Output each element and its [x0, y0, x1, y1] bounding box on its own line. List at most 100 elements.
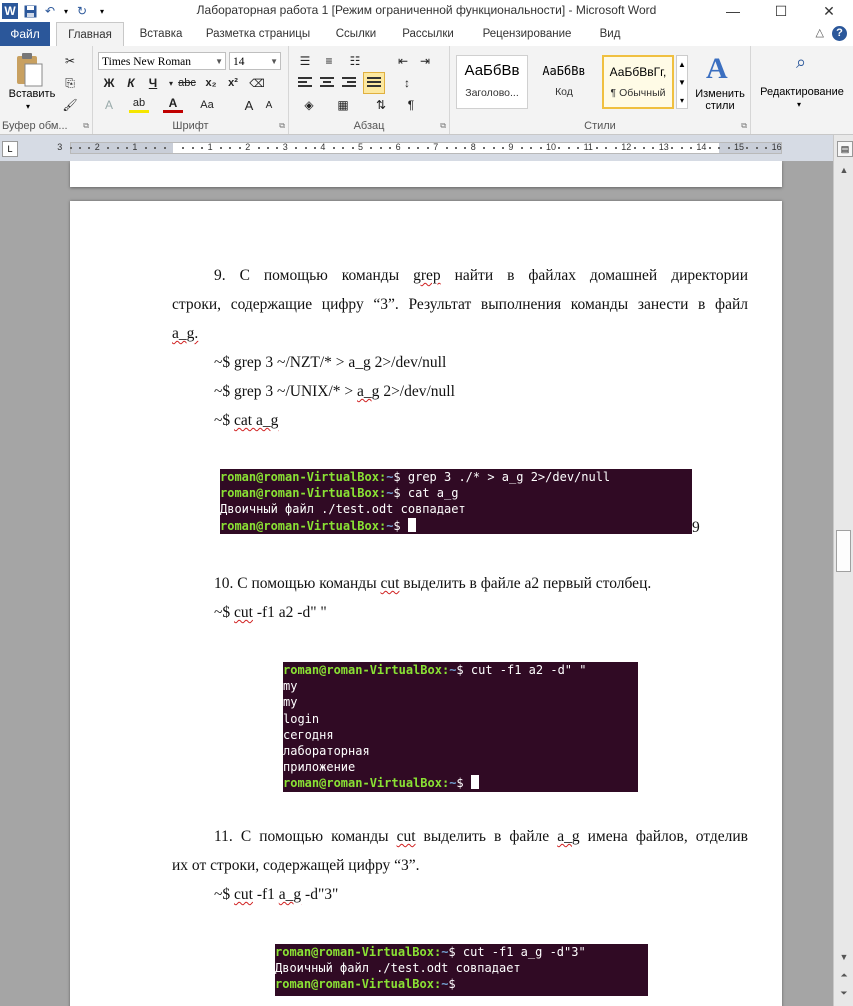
justify-icon[interactable] [363, 72, 385, 94]
terminal-cursor [407, 517, 416, 532]
ruler-tick [708, 147, 711, 149]
ruler-number: 12 [621, 142, 632, 152]
terminal-prompt-user: roman@roman-VirtualBox [283, 776, 442, 791]
svg-text:A: A [706, 52, 728, 84]
shrink-font-button[interactable]: A [259, 96, 279, 114]
shading-icon[interactable]: ◈ [299, 96, 319, 114]
styles-scroll-icon[interactable]: ▲ ▼ ▾ [676, 55, 688, 109]
ruler-number: 7 [433, 142, 439, 152]
binoculars-icon[interactable]: ⌕ [787, 52, 815, 80]
format-painter-icon[interactable]: 🖌 [60, 96, 80, 114]
spell-cat-a-g: cat a_g [234, 412, 279, 429]
terminal-line: my [283, 694, 638, 710]
tab-mailings[interactable]: Рассылки [392, 22, 464, 46]
terminal-screenshot-2: roman@roman-VirtualBox:~$ cut -f1 a2 -d"… [283, 662, 638, 792]
paragraph-launcher-icon[interactable]: ⧉ [440, 121, 446, 131]
tab-view[interactable]: Вид [590, 22, 630, 46]
ruler-tick [191, 147, 194, 149]
tab-references[interactable]: Ссылки [326, 22, 386, 46]
underline-button[interactable]: Ч [143, 74, 163, 92]
font-launcher-icon[interactable]: ⧉ [279, 121, 285, 131]
change-case-button[interactable]: Aa [197, 96, 217, 114]
font-color-button[interactable]: A [163, 96, 183, 113]
help-icon[interactable]: ? [832, 26, 847, 41]
font-size-dropdown-icon[interactable]: ▼ [270, 53, 278, 71]
minimize-ribbon-icon[interactable]: △ [816, 26, 824, 41]
minimize-button[interactable]: — [709, 0, 757, 22]
scroll-up-icon[interactable]: ▲ [834, 165, 853, 181]
maximize-button[interactable]: ☐ [757, 0, 805, 22]
ruler-tick [596, 147, 598, 149]
styles-launcher-icon[interactable]: ⧉ [741, 121, 747, 131]
line-spacing-icon[interactable]: ↕ [397, 74, 417, 92]
tab-selector-icon[interactable]: L [2, 141, 18, 157]
grow-font-button[interactable]: A [239, 96, 259, 114]
command-9-2: ~$ grep 3 ~/UNIX/* > a_g 2>/dev/null [214, 383, 455, 400]
bold-button[interactable]: Ж [99, 74, 119, 92]
scroll-thumb[interactable] [836, 530, 851, 572]
change-styles-label[interactable]: Изменить стили [690, 88, 750, 112]
tab-review[interactable]: Рецензирование [470, 22, 584, 46]
italic-button[interactable]: К [121, 74, 141, 92]
copy-icon[interactable]: ⎘ [60, 74, 80, 92]
tab-file[interactable]: Файл [0, 22, 50, 46]
previous-page-icon[interactable]: ⏶ [834, 970, 853, 986]
paste-label[interactable]: Вставить [4, 88, 60, 100]
ribbon-tabs: Файл Главная Вставка Разметка страницы С… [0, 22, 853, 47]
align-left-icon[interactable] [295, 74, 315, 92]
ruler-number: 16 [771, 142, 782, 152]
word-logo-icon[interactable]: W [2, 3, 18, 19]
style-code[interactable]: АаБбВв Код [528, 55, 600, 109]
align-center-icon[interactable] [317, 74, 337, 92]
clear-format-icon[interactable]: ⌫ [247, 74, 267, 92]
subscript-button[interactable]: x₂ [201, 74, 221, 92]
strikethrough-button[interactable]: abc [177, 74, 197, 92]
highlight-button[interactable]: ab [129, 96, 149, 113]
paragraph-11-line-2: их от строки, содержащей цифру “3”. [172, 857, 420, 874]
tab-page-layout[interactable]: Разметка страницы [198, 22, 318, 46]
editing-label[interactable]: Редактирование [753, 86, 851, 98]
editing-dropdown-icon[interactable]: ▾ [797, 100, 801, 109]
horizontal-ruler[interactable]: 3 2 1 1 2 3 4 5 6 7 8 9 10 11 12 13 14 15 16 [57, 142, 782, 154]
cut-icon[interactable]: ✂ [60, 52, 80, 70]
paste-dropdown-icon[interactable]: ▾ [26, 102, 30, 111]
redo-icon[interactable]: ↻ [74, 3, 90, 19]
tab-insert[interactable]: Вставка [130, 22, 192, 46]
ruler-tick [107, 147, 110, 149]
customize-qat-icon[interactable]: ▾ [94, 3, 110, 19]
next-page-icon[interactable]: ⏷ [834, 988, 853, 1004]
tab-home[interactable]: Главная [56, 22, 124, 47]
document-page[interactable]: 9. С помощью команды grep найти в файлах… [70, 201, 782, 1006]
ruler-tick [539, 147, 542, 149]
decrease-indent-icon[interactable]: ⇤ [393, 52, 413, 70]
font-name-dropdown-icon[interactable]: ▼ [215, 53, 223, 71]
style-normal[interactable]: АаБбВвГг, ¶ Обычный [602, 55, 674, 109]
borders-icon[interactable]: ▦ [333, 96, 353, 114]
terminal-prompt-user: roman@roman-VirtualBox [283, 663, 442, 677]
change-styles-icon[interactable]: A [698, 50, 742, 85]
bullets-icon[interactable]: ☰ [295, 52, 315, 70]
align-right-icon[interactable] [339, 74, 359, 92]
show-formatting-icon[interactable]: ¶ [401, 96, 421, 114]
font-name-box[interactable]: Times New Roman ▼ [98, 52, 226, 70]
undo-icon[interactable]: ↶ [42, 3, 58, 19]
close-button[interactable]: ✕ [805, 0, 853, 22]
style-heading[interactable]: АаБбВв Заголово... [456, 55, 528, 109]
font-size-box[interactable]: 14 ▼ [229, 52, 281, 70]
undo-dropdown-icon[interactable]: ▾ [62, 3, 70, 19]
text-effects-button[interactable]: A [99, 96, 119, 114]
increase-indent-icon[interactable]: ⇥ [415, 52, 435, 70]
paragraph-9-line-3: a_g. [172, 325, 198, 343]
clipboard-launcher-icon[interactable]: ⧉ [83, 121, 89, 131]
vertical-scrollbar[interactable]: ▤ ▲ ▼ ⏶ ⏷ [833, 135, 853, 1006]
view-ruler-icon[interactable]: ▤ [837, 141, 853, 157]
numbering-icon[interactable]: ≡ [319, 52, 339, 70]
save-icon[interactable] [22, 3, 38, 19]
multilevel-list-icon[interactable]: ☷ [345, 52, 365, 70]
paste-icon[interactable] [14, 52, 44, 88]
scroll-down-icon[interactable]: ▼ [834, 952, 853, 968]
terminal-output: login [283, 711, 320, 726]
sort-icon[interactable]: ⇅ [371, 96, 391, 114]
superscript-button[interactable]: x² [223, 74, 243, 92]
style-normal-name: ¶ Обычный [610, 87, 666, 99]
